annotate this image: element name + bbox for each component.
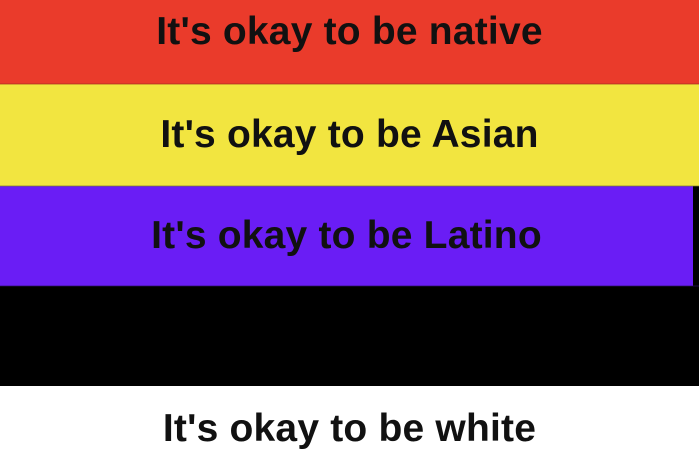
stripe-divider [0, 185, 699, 187]
stripe-red-text: It's okay to be native [156, 10, 543, 53]
stripe-divider [0, 83, 699, 85]
stripe-black [0, 286, 699, 386]
stripe-graphic: It's okay to be native It's okay to be A… [0, 0, 699, 451]
stripe-yellow: It's okay to be Asian [0, 84, 699, 186]
stripe-white: It's okay to be white [0, 386, 699, 451]
stripe-white-text: It's okay to be white [162, 406, 537, 450]
stripe-red: It's okay to be native [0, 0, 699, 84]
stripe-yellow-text: It's okay to be Asian [160, 113, 539, 156]
stripe-purple: It's okay to be Latino [0, 186, 693, 286]
stripe-divider [0, 285, 699, 287]
stripe-purple-text: It's okay to be Latino [151, 214, 542, 257]
